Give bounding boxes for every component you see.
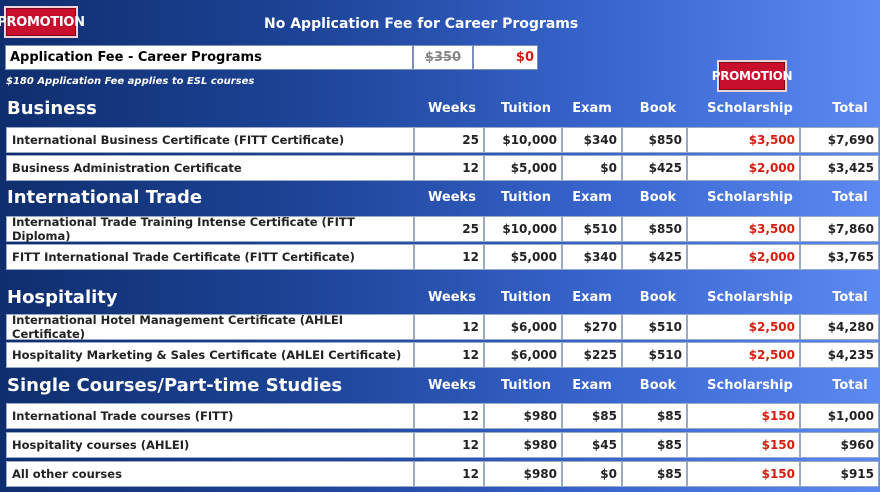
exam-cell: $340: [562, 244, 622, 270]
scholarship-cell: $150: [687, 403, 800, 429]
exam-cell: $85: [562, 403, 622, 429]
program-name-cell: International Hotel Management Certifica…: [6, 313, 414, 341]
exam-cell: $45: [562, 432, 622, 458]
weeks-cell: 12: [414, 461, 484, 487]
section-title: Business: [7, 98, 97, 119]
weeks-cell: 12: [414, 432, 484, 458]
scholarship-cell: $150: [687, 432, 800, 458]
table-row: Business Administration Certificate 12 $5,…: [6, 155, 879, 181]
fee-label-cell: Application Fee - Career Programs: [5, 45, 413, 70]
column-header-total: Total: [832, 378, 868, 393]
book-cell: $85: [622, 403, 687, 429]
weeks-cell: 12: [414, 244, 484, 270]
program-name-cell: International Trade courses (FITT): [6, 403, 414, 429]
program-name-cell: International Business Certificate (FITT…: [6, 127, 414, 153]
book-cell: $510: [622, 342, 687, 368]
exam-cell: $0: [562, 461, 622, 487]
book-cell: $425: [622, 155, 687, 181]
scholarship-cell: $2,000: [687, 155, 800, 181]
total-cell: $4,235: [800, 342, 879, 368]
program-name-cell: FITT International Trade Certificate (FI…: [6, 244, 414, 270]
column-header-total: Total: [832, 290, 868, 305]
tuition-cell: $5,000: [484, 244, 562, 270]
program-name-cell: Hospitality courses (AHLEI): [6, 432, 414, 458]
scholarship-cell: $150: [687, 461, 800, 487]
weeks-cell: 12: [414, 342, 484, 368]
exam-cell: $340: [562, 127, 622, 153]
scholarship-cell: $3,500: [687, 127, 800, 153]
total-cell: $915: [800, 461, 879, 487]
fee-old-price-cell: $350: [413, 45, 473, 70]
scholarship-cell: $2,500: [687, 314, 800, 340]
total-cell: $1,000: [800, 403, 879, 429]
section-title: International Trade: [7, 187, 203, 208]
book-cell: $425: [622, 244, 687, 270]
program-name-cell: Business Administration Certificate: [6, 155, 414, 181]
column-header-scholarship: Scholarship: [707, 101, 793, 116]
column-header-book: Book: [639, 101, 677, 116]
section-title: Hospitality: [7, 287, 118, 308]
table-row: Hospitality Marketing & Sales Certificat…: [6, 342, 879, 368]
total-cell: $7,860: [800, 216, 879, 242]
column-header-total: Total: [832, 190, 868, 205]
fee-old-price: $350: [424, 50, 462, 65]
column-header-total: Total: [832, 101, 868, 116]
exam-cell: $270: [562, 314, 622, 340]
tuition-cell: $6,000: [484, 314, 562, 340]
total-cell: $3,765: [800, 244, 879, 270]
total-cell: $4,280: [800, 314, 879, 340]
scholarship-cell: $3,500: [687, 216, 800, 242]
fee-new-price: $0: [515, 50, 534, 65]
weeks-cell: 12: [414, 314, 484, 340]
esl-fee-note: $180 Application Fee applies to ESL cour…: [6, 76, 255, 87]
table-row: International Hotel Management Certifica…: [6, 313, 879, 341]
scholarship-cell: $2,000: [687, 244, 800, 270]
weeks-cell: 12: [414, 403, 484, 429]
book-cell: $850: [622, 216, 687, 242]
program-name-cell: Hospitality Marketing & Sales Certificat…: [6, 342, 414, 368]
promotion-badge: PROMOTION: [0, 6, 85, 38]
exam-cell: $510: [562, 216, 622, 242]
book-cell: $85: [622, 461, 687, 487]
table-row: International Business Certificate (FITT…: [6, 127, 879, 153]
tuition-cell: $6,000: [484, 342, 562, 368]
table-row: Hospitality courses (AHLEI) 12 $980 $45 $85 $…: [6, 432, 879, 458]
tuition-cell: $980: [484, 432, 562, 458]
column-header-scholarship: Scholarship: [707, 290, 793, 305]
tuition-cell: $980: [484, 403, 562, 429]
program-name-cell: All other courses: [6, 461, 414, 487]
table-row: FITT International Trade Certificate (FI…: [6, 244, 879, 270]
table-row: All other courses 12 $980 $0 $85 $150 $915: [6, 461, 879, 487]
scholarship-cell: $2,500: [687, 342, 800, 368]
weeks-cell: 25: [414, 127, 484, 153]
column-header-book: Book: [639, 190, 677, 205]
column-header-book: Book: [639, 378, 677, 393]
fee-label: Application Fee - Career Programs: [10, 50, 262, 65]
exam-cell: $225: [562, 342, 622, 368]
book-cell: $850: [622, 127, 687, 153]
table-row: International Trade courses (FITT) 12 $980…: [6, 403, 879, 429]
weeks-cell: 25: [414, 216, 484, 242]
total-cell: $960: [800, 432, 879, 458]
tuition-cell: $10,000: [484, 127, 562, 153]
exam-cell: $0: [562, 155, 622, 181]
section-title: Single Courses/Part-time Studies: [7, 375, 343, 396]
column-header-scholarship: Scholarship: [707, 190, 793, 205]
page-headline: No Application Fee for Career Programs: [264, 16, 579, 32]
tuition-cell: $980: [484, 461, 562, 487]
promotion-badge-secondary: PROMOTION: [712, 60, 793, 92]
column-header-scholarship: Scholarship: [707, 378, 793, 393]
book-cell: $510: [622, 314, 687, 340]
total-cell: $7,690: [800, 127, 879, 153]
tuition-cell: $5,000: [484, 155, 562, 181]
total-cell: $3,425: [800, 155, 879, 181]
book-cell: $85: [622, 432, 687, 458]
fee-new-price-cell: $0: [473, 45, 538, 70]
tuition-cell: $10,000: [484, 216, 562, 242]
column-header-book: Book: [639, 290, 677, 305]
program-name-cell: International Trade Training Intense Cer…: [6, 215, 414, 243]
table-row: International Trade Training Intense Cer…: [6, 215, 879, 243]
weeks-cell: 12: [414, 155, 484, 181]
